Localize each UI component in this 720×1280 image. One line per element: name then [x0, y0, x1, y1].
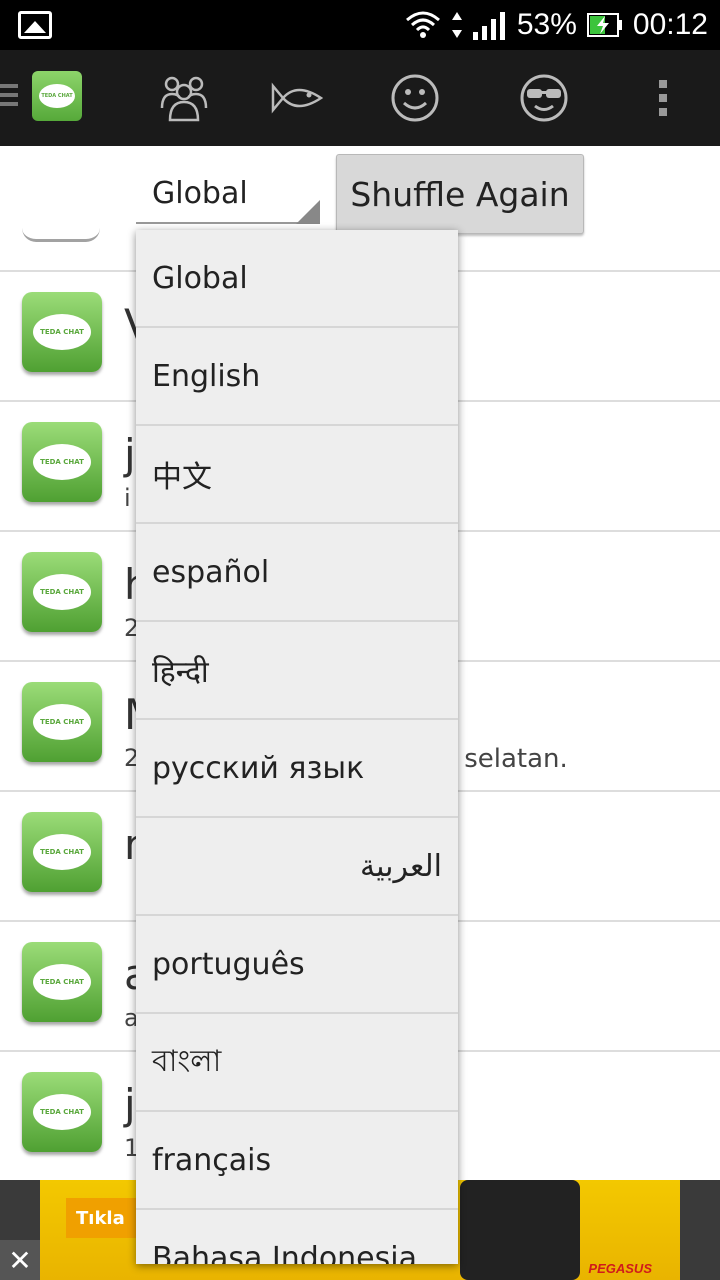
- data-arrows-icon: [451, 12, 462, 38]
- groups-icon[interactable]: [154, 50, 214, 146]
- battery-percent: 53%: [516, 8, 577, 41]
- dropdown-option[interactable]: العربية: [136, 818, 458, 916]
- partial-avatar: [22, 228, 100, 242]
- signal-icon: [472, 12, 505, 40]
- dropdown-option[interactable]: español: [136, 524, 458, 622]
- dropdown-option[interactable]: 中文: [136, 426, 458, 524]
- dropdown-option[interactable]: русский язык: [136, 720, 458, 818]
- dropdown-option[interactable]: বাংলা: [136, 1014, 458, 1112]
- user-status-tail: a selatan.: [440, 744, 568, 774]
- sunglasses-smiley-icon[interactable]: [516, 50, 572, 146]
- avatar: TEDA CHAT: [22, 292, 102, 372]
- fish-icon[interactable]: [270, 50, 324, 146]
- app-logo-text: TEDA CHAT: [39, 84, 75, 108]
- battery-charging-icon: [586, 13, 622, 37]
- status-bar: 53% 00:12: [0, 0, 720, 50]
- app-logo[interactable]: TEDA CHAT: [32, 71, 82, 121]
- language-spinner[interactable]: Global: [136, 162, 320, 224]
- avatar: TEDA CHAT: [22, 942, 102, 1022]
- overflow-menu-icon[interactable]: [650, 50, 676, 146]
- ad-brand: PEGASUS: [588, 1261, 652, 1276]
- dropdown-option[interactable]: português: [136, 916, 458, 1014]
- clock: 00:12: [632, 8, 708, 41]
- dropdown-option[interactable]: français: [136, 1112, 458, 1210]
- avatar: TEDA CHAT: [22, 1072, 102, 1152]
- avatar: TEDA CHAT: [22, 552, 102, 632]
- dropdown-option[interactable]: English: [136, 328, 458, 426]
- smiley-icon[interactable]: [388, 50, 442, 146]
- user-name: j: [124, 430, 136, 479]
- action-bar: TEDA CHAT: [0, 50, 720, 146]
- wifi-icon: [405, 11, 440, 38]
- gallery-notification-icon: [18, 11, 52, 39]
- spinner-triangle-icon: [296, 200, 320, 224]
- shuffle-again-button[interactable]: Shuffle Again: [336, 154, 584, 234]
- avatar: TEDA CHAT: [22, 682, 102, 762]
- ad-phone-image: [460, 1180, 580, 1280]
- spinner-selected-label: Global: [152, 176, 248, 211]
- avatar: TEDA CHAT: [22, 812, 102, 892]
- language-dropdown: Global English 中文 español हिन्दी русский…: [136, 230, 458, 1264]
- dropdown-option[interactable]: Bahasa Indonesia: [136, 1210, 458, 1265]
- user-name: j: [124, 1080, 136, 1129]
- close-ad-icon[interactable]: ✕: [0, 1240, 40, 1280]
- user-status: i: [124, 484, 131, 512]
- drawer-menu-icon[interactable]: [0, 84, 18, 106]
- dropdown-option[interactable]: Global: [136, 230, 458, 328]
- dropdown-option[interactable]: हिन्दी: [136, 622, 458, 720]
- avatar: TEDA CHAT: [22, 422, 102, 502]
